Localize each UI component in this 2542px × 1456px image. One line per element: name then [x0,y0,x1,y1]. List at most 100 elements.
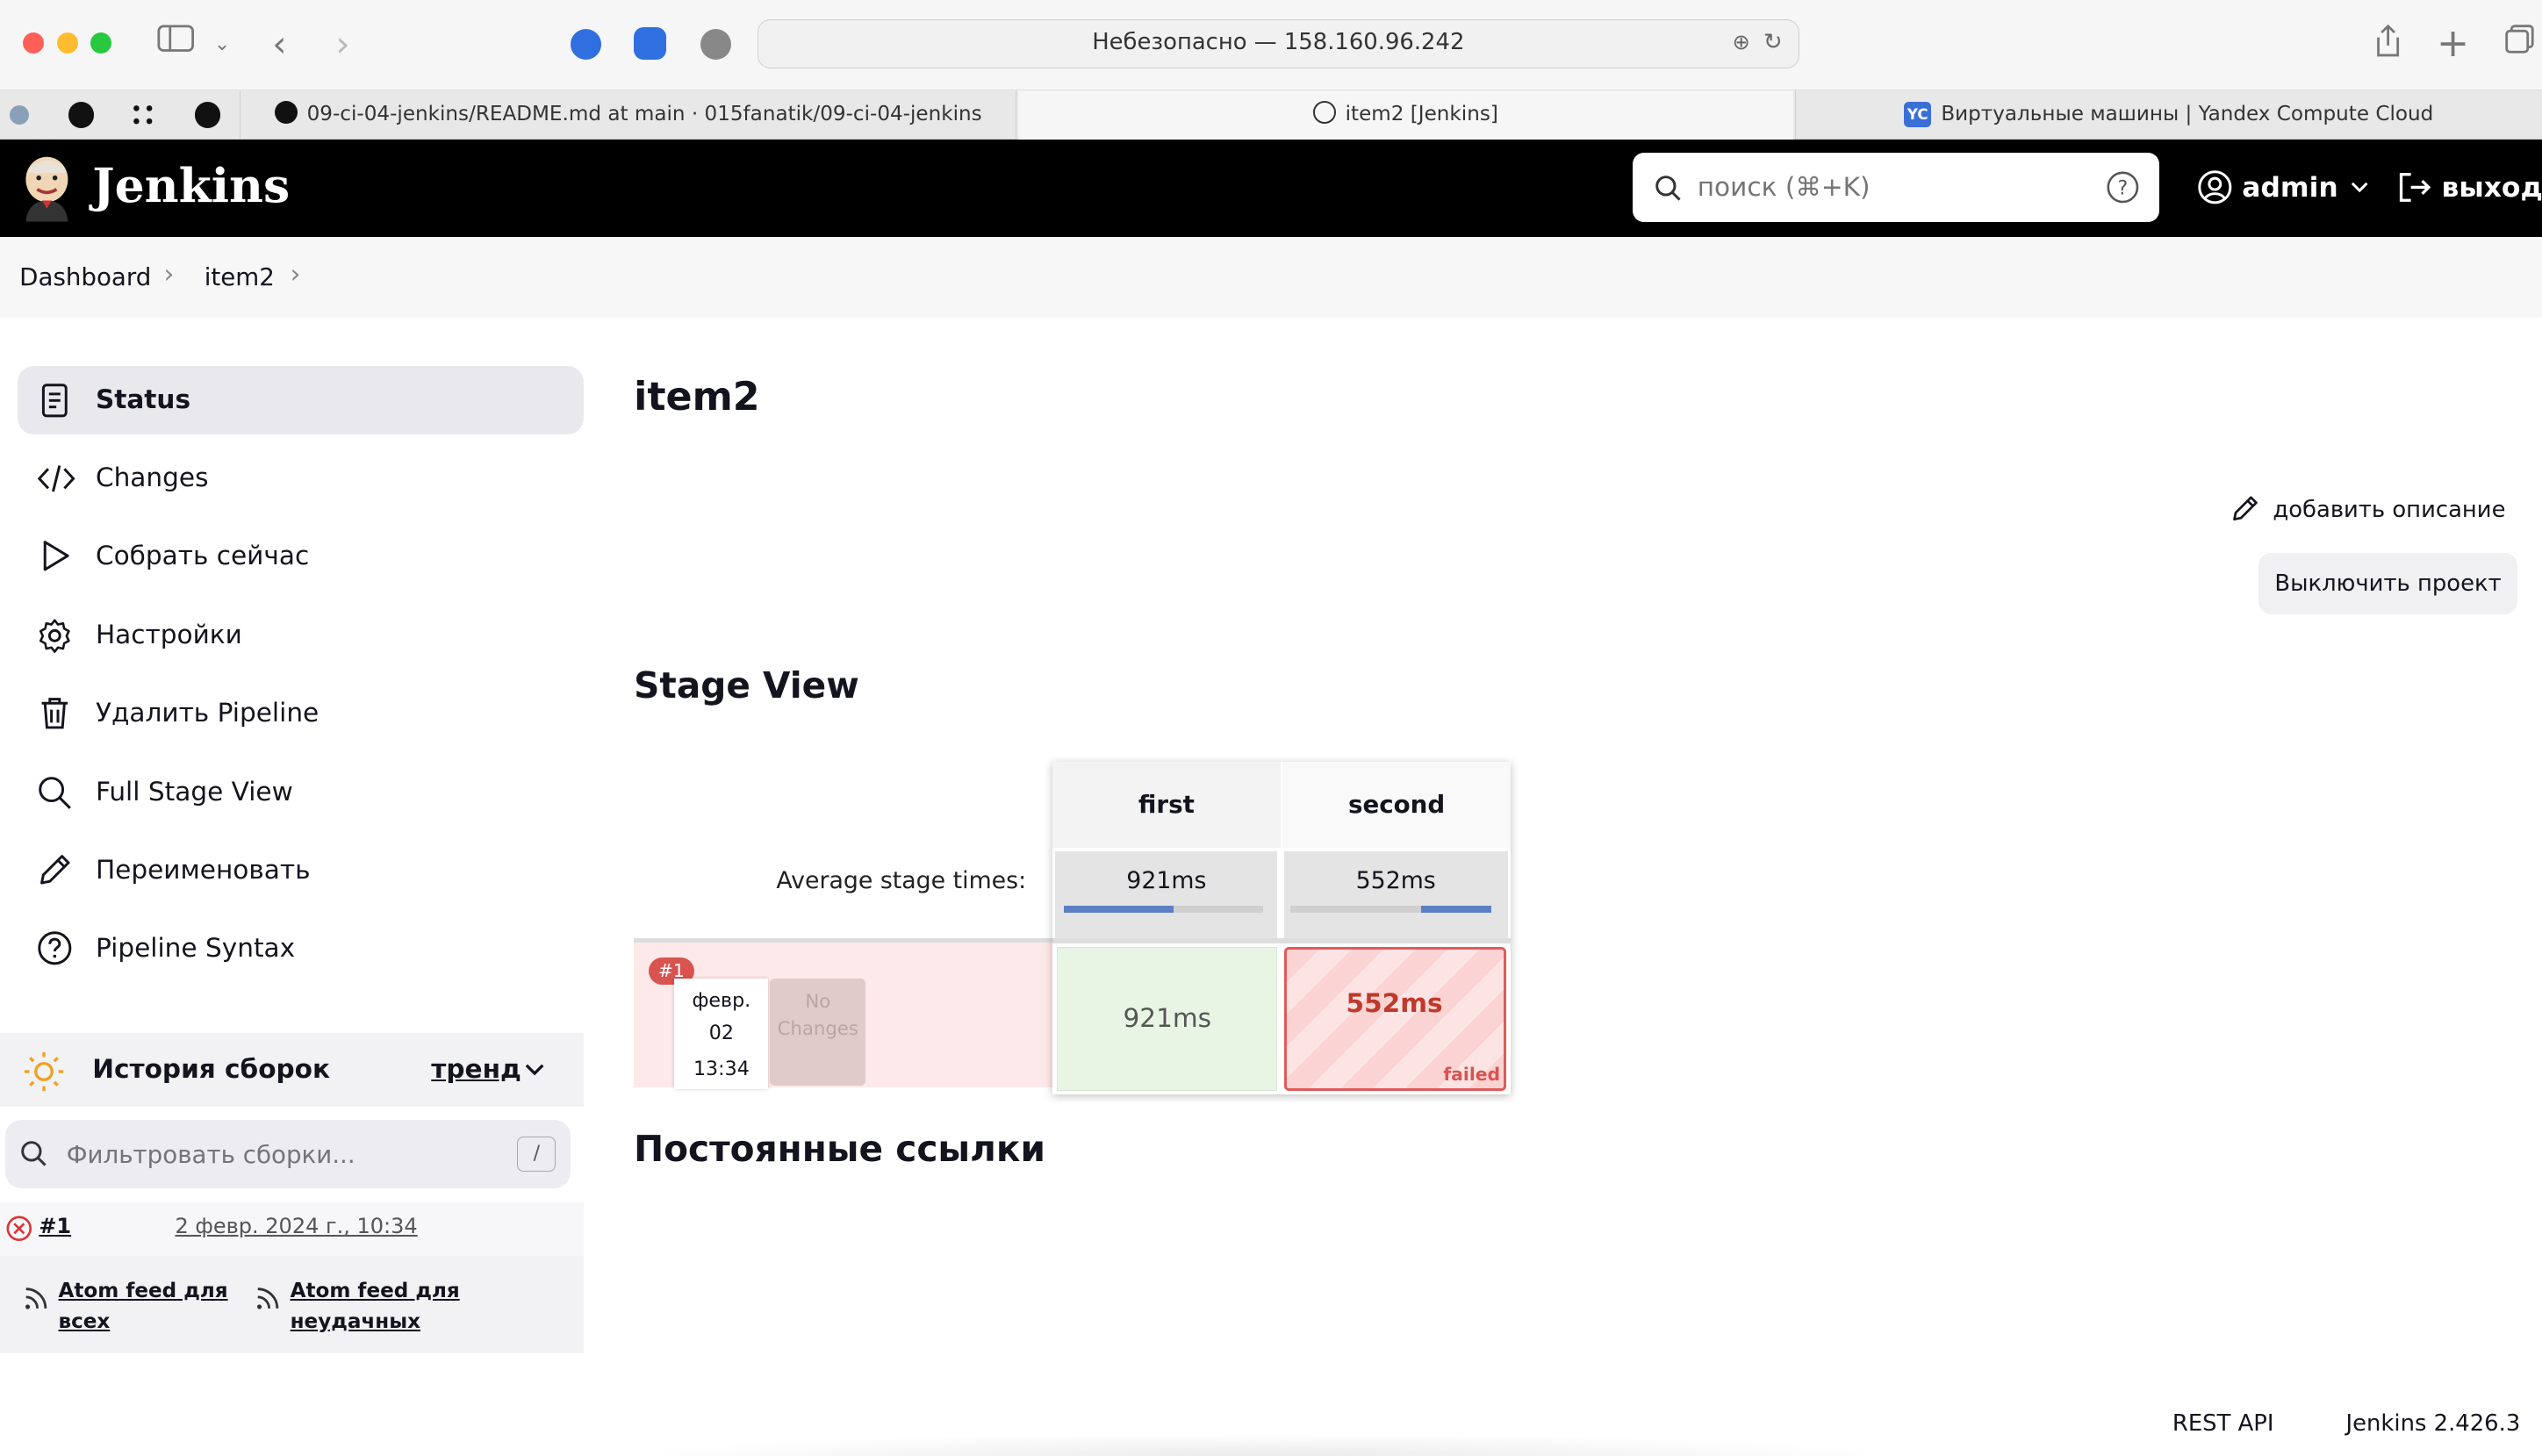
tab-yandex-cloud[interactable]: YC Виртуальные машины | Yandex Compute Cl… [1794,90,2542,140]
build-number-link[interactable]: #1 [39,1214,71,1238]
close-window-button[interactable] [22,32,44,54]
run-date-card: февр. 02 13:34 [674,979,769,1089]
run-time: 13:34 [693,1057,750,1080]
extension-adblock-icon[interactable] [634,27,667,61]
page-title: item2 [634,374,760,420]
tab-jenkins[interactable]: item2 [Jenkins] [1017,90,1793,140]
stage-cell-second-failed[interactable]: 552ms failed [1283,946,1506,1091]
chevron-down-icon [2352,183,2368,193]
address-text: Небезопасно — 158.160.96.242 [1092,29,1465,56]
no-changes-box[interactable]: No Changes [770,979,866,1086]
tab-title: 09-ci-04-jenkins/README.md at main · 015… [306,103,982,126]
sidebar-item-label: Status [95,384,191,415]
rest-api-link[interactable]: REST API [2172,1410,2274,1437]
back-icon[interactable]: ‹ [272,23,286,65]
sidebar-item-delete-pipeline[interactable]: Удалить Pipeline [18,679,584,748]
breadcrumb-item2[interactable]: item2 [205,262,275,291]
sidebar-item-changes[interactable]: Changes [18,444,584,513]
pencil-icon [2233,496,2258,521]
sidebar-item-build-now[interactable]: Собрать сейчас [18,522,584,591]
zoom-window-button[interactable] [90,32,112,54]
sidebar-item-label: Собрать сейчас [95,540,310,570]
github-icon [274,101,298,125]
logout-icon [2399,172,2431,202]
filter-shortcut-key: / [517,1136,557,1173]
atom-feed-all-link[interactable]: Atom feed для всех [58,1276,236,1338]
help-icon[interactable]: ? [2106,170,2140,204]
sidebar-item-status[interactable]: Status [18,366,584,434]
jenkins-logo-icon[interactable] [19,154,75,222]
sidebar-toggle-icon[interactable] [157,23,196,65]
gear-icon [39,619,71,653]
tab-github-readme[interactable]: 09-ci-04-jenkins/README.md at main · 015… [240,90,1017,140]
failed-label: failed [1443,1064,1501,1086]
search-icon [1655,175,1681,201]
yandex-cloud-icon: YC [1904,101,1932,128]
average-cell-first: 921ms [1055,850,1278,939]
trend-link[interactable]: тренд [431,1054,521,1084]
search-icon [21,1141,47,1166]
search-icon [39,777,72,809]
search-input[interactable] [1697,165,2086,210]
average-stage-times-label: Average stage times: [776,867,1027,895]
sidebar-item-full-stage-view[interactable]: Full Stage View [18,758,584,827]
forward-icon[interactable]: › [335,23,349,65]
share-icon[interactable] [2373,23,2402,70]
minimize-window-button[interactable] [56,32,78,54]
run-row-header: #1 февр. 02 13:34 No Changes [634,938,1052,1089]
github-pinned-icon[interactable] [194,102,221,128]
github-pinned-icon[interactable] [68,102,95,128]
tab-title: item2 [Jenkins] [1345,103,1498,126]
sidebar-item-pipeline-syntax[interactable]: Pipeline Syntax [18,914,584,983]
tab-overview-icon[interactable] [2503,23,2536,67]
atom-feed-failed-link[interactable]: Atom feed для неудачных [291,1276,469,1338]
trash-icon [42,698,68,729]
user-menu-button[interactable]: admin [2197,169,2369,207]
sidebar-item-label: Настройки [95,620,242,650]
jenkins-version-link[interactable]: Jenkins 2.426.3 [2346,1410,2521,1437]
reload-icon[interactable]: ↻ [1763,20,1783,66]
sun-icon [24,1051,64,1091]
filter-builds-field[interactable]: / [4,1120,571,1188]
sidebar-item-label: Pipeline Syntax [95,932,296,963]
search-box[interactable]: ? [1632,152,2160,222]
rss-icon [256,1287,279,1309]
jenkins-favicon-icon [1312,101,1336,125]
app-pinned-icon[interactable] [129,102,158,130]
translate-icon[interactable]: ⊕ [1733,20,1750,66]
stage-header-first: first [1052,762,1282,848]
chevron-down-icon[interactable]: ⌄ [214,23,231,65]
add-description-label: добавить описание [2273,497,2506,524]
build-history-title: История сборок [92,1053,330,1084]
build-row[interactable]: #1 2 февр. 2024 г., 10:34 [0,1202,584,1257]
extension-compass-icon[interactable] [571,29,602,61]
add-description-link[interactable]: добавить описание [2230,494,2506,524]
code-icon [38,464,76,491]
stage-cell-first-success[interactable]: 921ms [1057,946,1278,1091]
stage-view-table: first second 921ms 552ms 921ms 552ms fai… [1052,762,1512,1094]
chevron-down-icon[interactable] [525,1064,544,1077]
build-date-link[interactable]: 2 февр. 2024 г., 10:34 [175,1214,417,1238]
filter-builds-input[interactable] [66,1134,488,1174]
address-bar[interactable]: Небезопасно — 158.160.96.242 ⊕ ↻ [757,19,1800,68]
stage-header-second: second [1282,762,1512,848]
logout-button[interactable]: выход [2396,169,2542,207]
extension-block-icon[interactable] [700,29,731,61]
breadcrumb-dashboard[interactable]: Dashboard [19,262,151,291]
jenkins-header: Jenkins ? admin выход [0,139,2542,237]
user-icon [2197,169,2231,204]
jenkins-brand[interactable]: Jenkins [92,155,290,217]
chevron-right-icon[interactable]: › [291,259,301,289]
stage-view-title: Stage View [634,664,859,707]
rss-icon [25,1287,47,1309]
feeds-bar: Atom feed для всех Atom feed для неудачн… [0,1256,584,1354]
pinned-tab-icon[interactable] [10,105,30,126]
failed-duration: 552ms [1346,987,1443,1018]
disable-project-button[interactable]: Выключить проект [2258,552,2518,614]
run-month: февр. [692,989,751,1013]
average-progress-first [1063,906,1263,913]
sidebar-item-settings[interactable]: Настройки [18,601,584,670]
average-second: 552ms [1355,867,1436,895]
new-tab-icon[interactable]: + [2437,22,2469,65]
sidebar-item-rename[interactable]: Переименовать [18,836,584,905]
